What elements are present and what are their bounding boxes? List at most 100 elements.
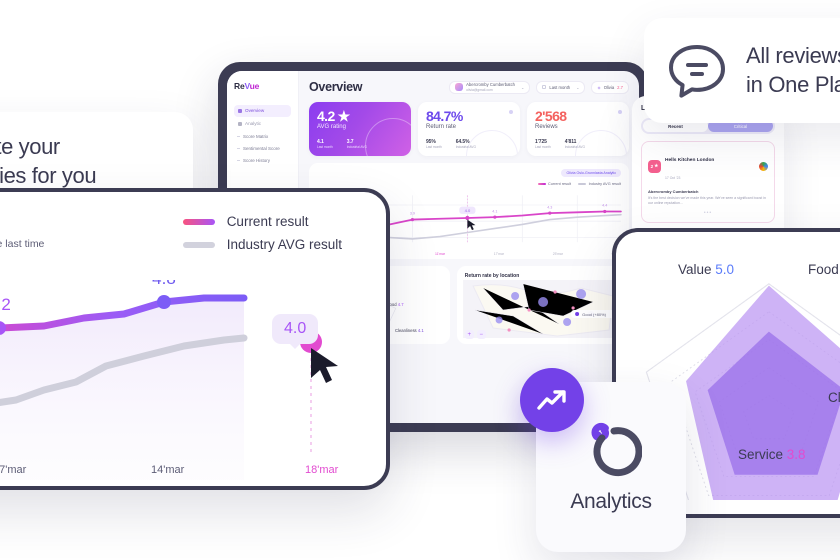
legend-swatch — [182, 218, 215, 225]
sidebar-item-overview[interactable]: Overview — [234, 105, 291, 117]
grid-icon — [238, 108, 242, 113]
logo-post: ue — [249, 81, 260, 91]
score-history-line-chart: 3.3 4.2 4.8 — [0, 280, 338, 480]
svg-text:3.9: 3.9 — [410, 212, 415, 216]
period-label: Last month — [549, 84, 571, 90]
kpi-number: 84.7% — [426, 108, 463, 124]
kpi-row: 4.2 ★ AVG rating 4.1 Last month 3.7 Industr… — [309, 102, 629, 156]
donut-chart-icon — [591, 422, 642, 477]
analytics-label: Analytics — [570, 490, 652, 513]
kpi-value: 84.7% — [426, 109, 512, 123]
kpi-foot-item: 1'725 Last month — [535, 139, 551, 149]
point-label-3: 4.8 — [152, 280, 176, 288]
dashboard-header: Overview Abercromby Cumberbatch olivia@g… — [309, 80, 629, 94]
map-zoom-in-button[interactable]: + — [464, 330, 474, 339]
user-text: Abercromby Cumberbatch olivia@gmail.com — [466, 82, 515, 92]
location-filter[interactable]: ◆ Olivia 2.7 — [591, 80, 629, 94]
radar-label-value: Value 5.0 — [678, 262, 734, 277]
bar-chart-icon — [238, 121, 242, 126]
score-tooltip: 4.0 — [272, 314, 319, 349]
legend-item-current: Current result — [182, 214, 342, 229]
logo-pre: Re — [234, 81, 245, 91]
x-tick-highlight: 11'mar — [434, 252, 445, 256]
status-dot — [618, 110, 622, 114]
kpi-label: Return rate — [426, 124, 457, 130]
radar-label-cleanliness: Cleanliness 4.1 — [395, 328, 424, 333]
svg-text:4.1: 4.1 — [492, 209, 497, 213]
radar-label-food: Food 4.7 — [808, 262, 840, 277]
rating-badge: 2 ★ — [648, 159, 661, 173]
sidebar-label: Score Matrix — [243, 133, 269, 139]
kpi-label: Reviews — [535, 124, 558, 130]
card-write-replies-heading: Write your replies for you — [0, 132, 167, 190]
user-name: Abercromby Cumberbatch — [466, 82, 516, 87]
sidebar-label: Score History — [243, 157, 271, 163]
svg-text:4.4: 4.4 — [602, 204, 607, 208]
card-all-reviews: All reviews in One Place — [644, 18, 840, 123]
review-meta: Hells Kitchen London 17 Oct '23 — [665, 148, 714, 184]
legend-label: Current result — [226, 214, 309, 229]
map-zoom-out-button[interactable]: − — [476, 330, 486, 339]
decorative-swirl — [466, 130, 518, 156]
kpi-value: 2'568 — [535, 109, 621, 123]
x-tick: 17'mar — [493, 252, 504, 256]
heading-line-2: in One Place — [746, 71, 840, 97]
kpi-foot-item: 3.7 Industrial AVG — [347, 139, 367, 149]
radar-axis-value: 3.8 — [786, 447, 806, 462]
star-icon: ★ — [337, 108, 351, 124]
sidebar-label: Sentimental Score — [243, 145, 280, 151]
radar-axis-label: Value — [678, 262, 712, 277]
calendar-icon — [542, 85, 547, 89]
x-tick-highlight: 18'mar — [305, 464, 339, 476]
score-history-legend: Current result Industry AVG result — [182, 214, 342, 260]
status-dot — [509, 110, 513, 114]
radar-label-service: Service 3.8 — [738, 447, 806, 462]
kpi-number: 4.2 — [317, 108, 335, 124]
decorative-swirl — [575, 130, 627, 156]
more-icon[interactable]: ••• — [648, 210, 768, 216]
avatar — [455, 83, 464, 91]
point-label-2: 4.2 — [0, 295, 11, 314]
chat-bubble-icon — [669, 44, 725, 98]
kpi-foot-label: Last month — [426, 145, 442, 149]
chevron-down-icon: ⌄ — [521, 84, 525, 90]
kpi-foot-label: Last month — [317, 145, 333, 149]
kpi-foot-item: 4.1 Last month — [317, 139, 333, 149]
map-zoom-controls[interactable]: + − — [464, 330, 486, 339]
sidebar-item-score-matrix[interactable]: Score Matrix — [234, 131, 291, 143]
radar-axis-label: Service — [738, 447, 784, 462]
sidebar-item-sentimental-score[interactable]: Sentimental Score — [234, 142, 291, 154]
review-date: 17 Oct '23 — [665, 176, 681, 180]
sidebar-label: Analytic — [245, 121, 262, 127]
sidebar-item-score-history[interactable]: Score History — [234, 154, 291, 166]
review-header: 2 ★ Hells Kitchen London 17 Oct '23 — [648, 148, 768, 184]
kpi-return-rate: 84.7% Return rate 95% Last month 64.5% Ind… — [418, 102, 520, 156]
app-logo: ReVue — [234, 81, 291, 91]
period-filter[interactable]: Last month ⌄ — [536, 80, 586, 94]
svg-text:4.3: 4.3 — [547, 205, 552, 209]
chart-tag[interactable]: Olivia Oslo-Grunnlasta Analytic — [561, 169, 621, 177]
radar-axis-label: Cleanliness — [828, 390, 840, 405]
star-icon: ★ — [654, 163, 659, 168]
card-score-history: Score history Visualizes the avg score a… — [0, 188, 390, 490]
x-tick: 14'mar — [151, 464, 185, 476]
location-score: 2.7 — [617, 84, 623, 90]
svg-text:Good (+80%): Good (+80%) — [582, 312, 607, 317]
radar-axis-value: 4.1 — [417, 328, 424, 333]
rating-value: 2 — [650, 163, 654, 169]
diamond-icon: ◆ — [597, 84, 601, 90]
location-label: Olivia — [603, 84, 615, 90]
review-card[interactable]: 2 ★ Hells Kitchen London 17 Oct '23 Aberc… — [641, 141, 775, 223]
kpi-number: 2'568 — [535, 108, 567, 124]
radar-axis-label: Cleanliness — [395, 328, 417, 333]
heading-line-1: All reviews — [746, 42, 840, 68]
page-title: Overview — [309, 80, 363, 94]
svg-text:4.0: 4.0 — [465, 208, 471, 213]
kpi-avg-rating: 4.2 ★ AVG rating 4.1 Last month 3.7 Industr… — [309, 102, 411, 156]
trending-up-fab[interactable] — [520, 368, 584, 432]
heading-line-2: replies for you — [0, 163, 97, 189]
legend-label: Industry AVG result — [226, 237, 342, 252]
user-menu[interactable]: Abercromby Cumberbatch olivia@gmail.com … — [449, 80, 531, 94]
hero-composition: ReVue Overview Analytic Score Matrix Sen… — [0, 0, 840, 560]
sidebar-item-analytic[interactable]: Analytic — [234, 118, 291, 130]
